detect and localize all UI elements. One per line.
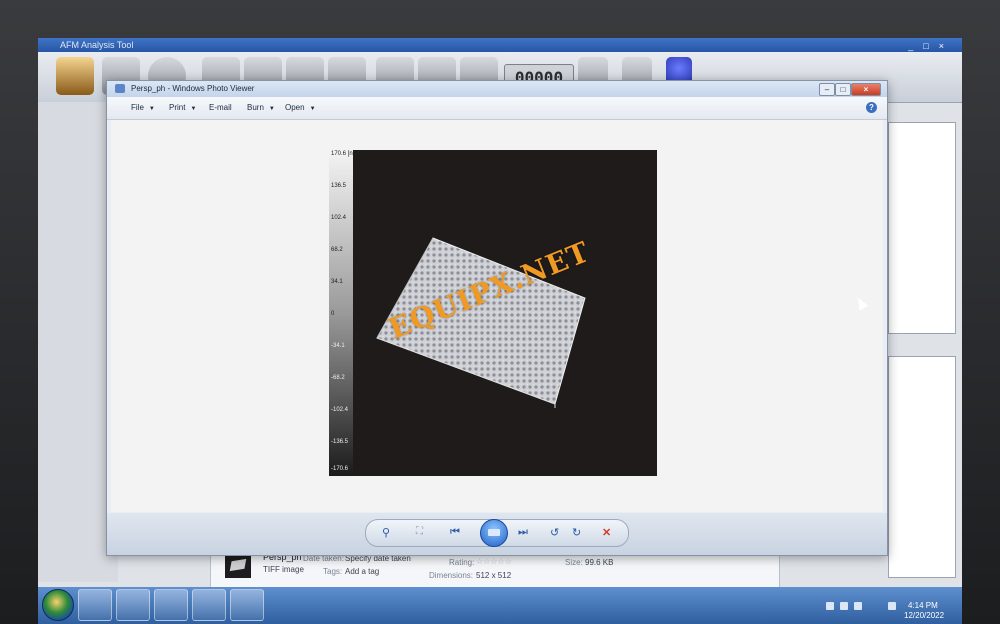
menu-email[interactable]: E-mail: [209, 103, 232, 112]
background-window-controls[interactable]: _□×: [908, 39, 954, 53]
desktop-screen: AFM Analysis Tool _□× 00000 Persp_ph TIF…: [38, 38, 962, 624]
volume-icon[interactable]: [854, 602, 862, 610]
delete-icon[interactable]: ✕: [602, 526, 611, 539]
chevron-down-icon: ▼: [268, 106, 275, 112]
next-icon[interactable]: ⏭: [518, 526, 528, 539]
help-icon[interactable]: ?: [866, 102, 877, 113]
rotate-left-icon[interactable]: ↺: [550, 526, 559, 539]
afm-image: 170.6 [nm] 136.5 102.4 68.2 34.1 0 -34.1…: [329, 150, 657, 476]
surface-render: [376, 237, 586, 408]
tags-label: Tags:: [323, 567, 343, 576]
flag-icon[interactable]: [826, 602, 834, 610]
background-right-panel-top: [888, 122, 956, 334]
clock-date[interactable]: 12/20/2022: [904, 611, 944, 620]
background-right-panel-bottom: [888, 356, 956, 578]
file-type: TIFF image: [263, 565, 304, 574]
photo-viewer-app-icon: [115, 84, 125, 93]
menu-file[interactable]: File ▼: [131, 103, 155, 112]
viewer-controls-bar: ⚲ ⛶ ⏮ ⏭ ↺ ↻ ✕: [107, 513, 887, 555]
chevron-down-icon: ▼: [309, 106, 316, 112]
chevron-down-icon: ▼: [190, 106, 197, 112]
actual-size-icon[interactable]: ⛶: [416, 526, 423, 537]
viewer-controls: ⚲ ⛶ ⏮ ⏭ ↺ ↻ ✕: [365, 519, 629, 547]
photo-viewer-title: Persp_ph - Windows Photo Viewer: [131, 84, 255, 93]
taskbar: 4:14 PM 12/20/2022: [38, 587, 962, 624]
menu-burn[interactable]: Burn ▼: [247, 103, 275, 112]
maximize-button[interactable]: □: [835, 83, 851, 96]
media-player-icon[interactable]: [154, 589, 188, 621]
afm-app-taskbar-icon[interactable]: [192, 589, 226, 621]
rotate-right-icon[interactable]: ↻: [572, 526, 581, 539]
mouse-cursor-icon: [853, 295, 869, 311]
internet-explorer-icon[interactable]: [78, 589, 112, 621]
size-label: Size:: [565, 558, 583, 567]
dimensions-value: 512 x 512: [476, 571, 512, 580]
menu-open[interactable]: Open ▼: [285, 103, 316, 112]
chevron-down-icon: ▼: [148, 106, 155, 112]
photo-viewer-taskbar-icon[interactable]: [230, 589, 264, 621]
previous-icon[interactable]: ⏮: [450, 526, 460, 539]
zoom-icon[interactable]: ⚲: [382, 526, 390, 539]
network-icon[interactable]: [840, 602, 848, 610]
photo-viewer-menubar: File ▼ Print ▼ E-mail Burn ▼ Open ▼ ?: [107, 97, 887, 120]
rating-stars[interactable]: ☆☆☆☆☆: [476, 557, 512, 566]
background-app-titlebar: AFM Analysis Tool _□×: [38, 38, 962, 52]
photo-viewer-titlebar[interactable]: Persp_ph - Windows Photo Viewer – □ ×: [107, 81, 887, 97]
tray-app-icon[interactable]: [888, 602, 896, 610]
clapperboard-icon[interactable]: [56, 57, 94, 95]
size-value: 99.6 KB: [585, 558, 614, 567]
file-explorer-icon[interactable]: [116, 589, 150, 621]
slideshow-button[interactable]: [480, 519, 508, 547]
rating-label: Rating:: [449, 558, 475, 567]
photo-viewer-canvas: 170.6 [nm] 136.5 102.4 68.2 34.1 0 -34.1…: [111, 120, 883, 512]
close-button[interactable]: ×: [851, 83, 881, 96]
photo-viewer-window: Persp_ph - Windows Photo Viewer – □ × Fi…: [106, 80, 888, 556]
minimize-button[interactable]: –: [819, 83, 835, 96]
clock-time[interactable]: 4:14 PM: [908, 601, 938, 610]
dimensions-label: Dimensions:: [429, 571, 474, 580]
start-button[interactable]: [42, 589, 74, 621]
menu-print[interactable]: Print ▼: [169, 103, 196, 112]
tags-value[interactable]: Add a tag: [345, 567, 379, 576]
background-app-title: AFM Analysis Tool: [60, 40, 134, 50]
